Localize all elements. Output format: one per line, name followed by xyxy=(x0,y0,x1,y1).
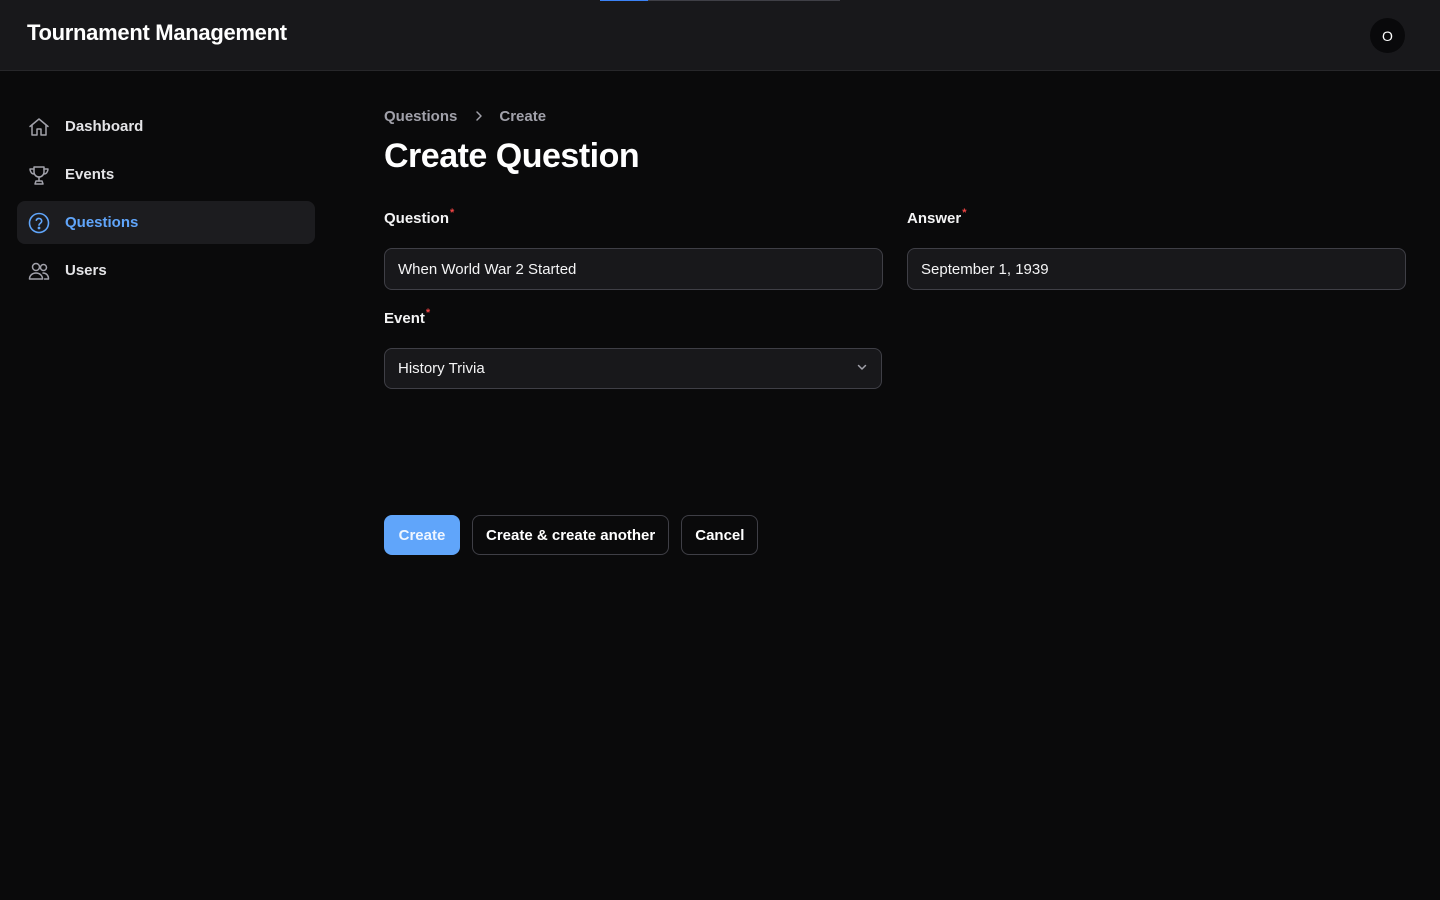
breadcrumb: Questions Create xyxy=(384,105,1406,127)
sidebar-item-questions[interactable]: Questions xyxy=(17,201,315,244)
home-icon xyxy=(27,115,51,139)
page-title: Create Question xyxy=(384,137,640,175)
breadcrumb-current: Create xyxy=(499,107,547,125)
chevron-right-icon xyxy=(473,110,485,122)
form-actions: Create Create & create another Cancel xyxy=(384,515,770,555)
trophy-icon xyxy=(27,163,51,187)
answer-label: Answer * xyxy=(907,207,1406,234)
sidebar-item-dashboard[interactable]: Dashboard xyxy=(17,105,315,148)
question-input[interactable] xyxy=(384,248,883,290)
progress-fill xyxy=(600,0,648,1)
create-and-create-another-button[interactable]: Create & create another xyxy=(472,515,670,555)
question-label: Question * xyxy=(384,207,883,234)
event-select-value: History Trivia xyxy=(398,360,485,377)
page-loading-progress xyxy=(600,0,840,1)
event-select[interactable]: History Trivia xyxy=(384,348,882,389)
question-field: Question * xyxy=(384,207,883,290)
create-button[interactable]: Create xyxy=(384,515,460,555)
sidebar-item-label: Users xyxy=(65,262,107,279)
sidebar-item-events[interactable]: Events xyxy=(17,153,315,196)
sidebar-item-users[interactable]: Users xyxy=(17,249,315,292)
sidebar-item-label: Events xyxy=(65,166,115,183)
event-label: Event * xyxy=(384,307,882,334)
breadcrumb-link-questions[interactable]: Questions xyxy=(384,108,457,125)
sidebar-item-label: Dashboard xyxy=(65,118,144,135)
users-icon xyxy=(27,259,51,283)
answer-label-text: Answer xyxy=(907,210,962,227)
chevron-down-icon xyxy=(856,360,868,377)
question-label-text: Question xyxy=(384,210,450,227)
topbar: Tournament Management O xyxy=(0,0,1440,71)
answer-input[interactable] xyxy=(907,248,1406,290)
event-field: Event * History Trivia xyxy=(384,307,882,389)
app-brand-title[interactable]: Tournament Management xyxy=(27,20,287,46)
required-asterisk: * xyxy=(962,207,967,219)
sidebar-nav: Dashboard Events Questions Users xyxy=(17,105,315,297)
question-circle-icon xyxy=(27,211,51,235)
sidebar-item-label: Questions xyxy=(65,214,139,231)
required-asterisk: * xyxy=(425,307,431,319)
required-asterisk: * xyxy=(450,207,455,219)
answer-field: Answer * xyxy=(907,207,1406,290)
user-avatar-button[interactable]: O xyxy=(1370,18,1405,53)
cancel-button[interactable]: Cancel xyxy=(681,515,759,555)
main-content: Questions Create Create Question Questio… xyxy=(384,105,1406,555)
event-label-text: Event xyxy=(384,310,425,327)
